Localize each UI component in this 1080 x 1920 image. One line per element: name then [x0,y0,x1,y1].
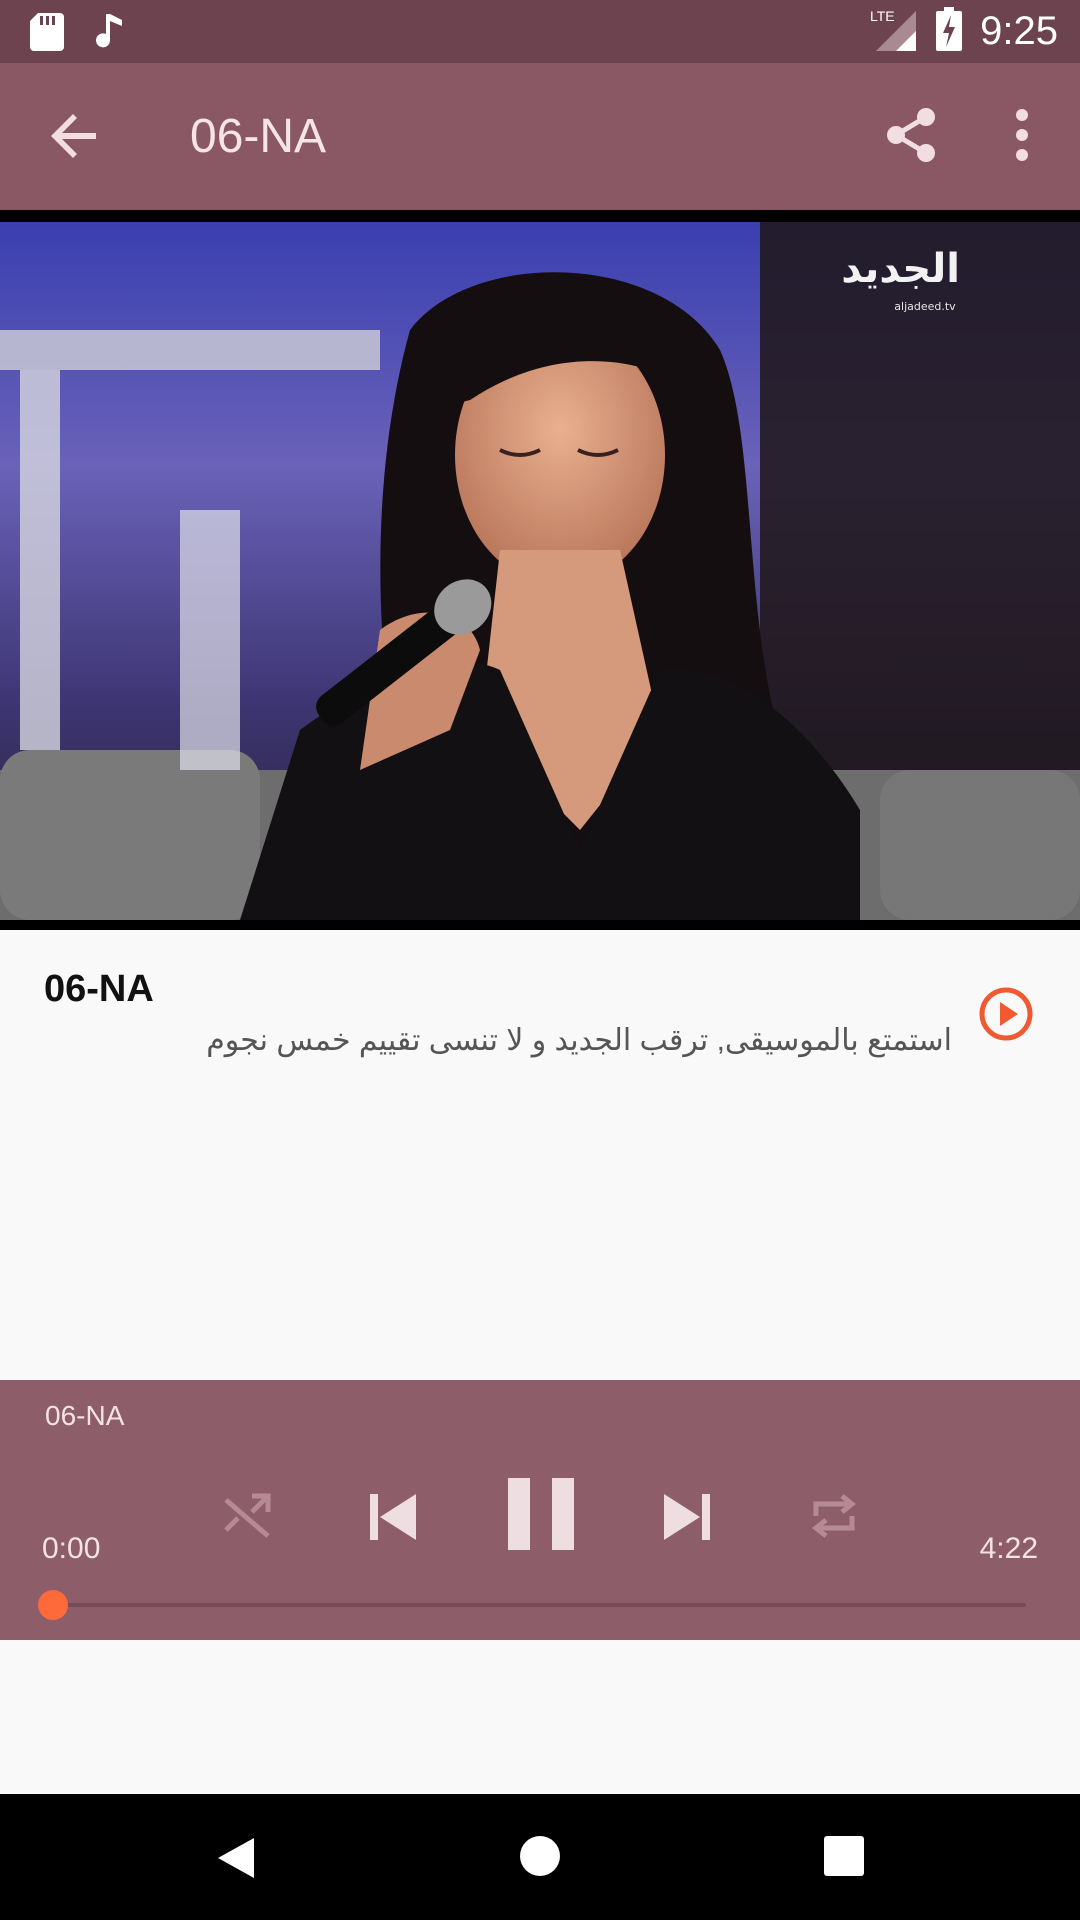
clock: 9:25 [980,9,1058,53]
signal-icon: LTE [868,7,918,56]
app-bar: 06-NA [0,63,1080,210]
seek-bar[interactable] [54,1603,1026,1607]
music-note-icon [96,12,126,57]
nav-recents-icon[interactable] [824,1836,864,1881]
shuffle-icon[interactable] [222,1490,272,1545]
channel-url: aljadeed.tv [894,300,956,313]
battery-charging-icon [936,6,963,56]
back-arrow-icon[interactable] [46,107,104,165]
time-current: 0:00 [42,1532,101,1565]
media-player: 06-NA 0:00 4:22 [0,1380,1080,1640]
sd-card-icon [30,13,64,56]
page-title: 06-NA [190,110,327,163]
repeat-icon[interactable] [808,1490,860,1547]
video-thumbnail[interactable]: الجديد aljadeed.tv [0,210,1080,930]
skip-previous-icon[interactable] [366,1490,420,1549]
nav-home-icon[interactable] [518,1834,562,1883]
track-description: استمتع بالموسيقى, ترقب الجديد و لا تنسى … [206,1024,952,1057]
skip-next-icon[interactable] [660,1490,714,1549]
nav-back-icon[interactable] [214,1834,258,1887]
empty-area [0,1640,1080,1794]
time-total: 4:22 [979,1532,1038,1565]
share-icon[interactable] [882,105,942,165]
status-bar: LTE 9:25 [0,0,1080,63]
channel-logo: الجديد [841,246,960,292]
track-title: 06-NA [44,968,154,1010]
more-vert-icon[interactable] [1002,105,1042,165]
navigation-bar [0,1794,1080,1920]
pause-icon[interactable] [508,1474,574,1559]
track-info: 06-NA استمتع بالموسيقى, ترقب الجديد و لا… [0,930,1080,1380]
network-label: LTE [870,8,895,24]
play-circle-icon[interactable] [978,986,1034,1042]
seek-thumb[interactable] [38,1590,68,1620]
player-controls [0,1468,1080,1568]
player-title: 06-NA [45,1400,125,1431]
